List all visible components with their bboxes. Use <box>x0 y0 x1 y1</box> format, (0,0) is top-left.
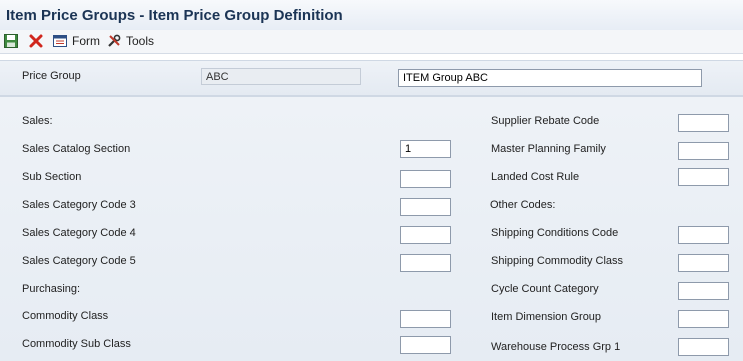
sales-category-code-5-label: Sales Category Code 5 <box>22 255 136 267</box>
landed-cost-rule-field[interactable] <box>678 168 729 186</box>
supplier-rebate-code-field[interactable] <box>678 114 729 132</box>
sales-category-code-4-field[interactable] <box>400 226 451 244</box>
sub-section-field[interactable] <box>400 170 451 188</box>
master-planning-family-field[interactable] <box>678 142 729 160</box>
page-title: Item Price Groups - Item Price Group Def… <box>6 7 343 24</box>
master-planning-family-label: Master Planning Family <box>491 143 606 155</box>
form-icon <box>53 35 67 47</box>
cycle-count-category-field[interactable] <box>678 282 729 300</box>
purchasing-heading: Purchasing: <box>22 283 81 295</box>
price-group-field: ABC <box>201 68 361 85</box>
commodity-sub-class-field[interactable] <box>400 336 451 354</box>
item-dimension-group-field[interactable] <box>678 310 729 328</box>
shipping-commodity-class-field[interactable] <box>678 254 729 272</box>
supplier-rebate-code-label: Supplier Rebate Code <box>491 115 600 127</box>
close-icon <box>29 34 43 48</box>
warehouse-process-grp-1-label: Warehouse Process Grp 1 <box>491 341 621 353</box>
sales-category-code-5-field[interactable] <box>400 254 451 272</box>
shipping-conditions-code-field[interactable] <box>678 226 729 244</box>
form-menu-button[interactable]: Form <box>52 32 100 50</box>
save-icon <box>4 34 18 48</box>
form-menu-label: Form <box>72 34 100 48</box>
tools-icon <box>108 34 121 47</box>
landed-cost-rule-label: Landed Cost Rule <box>491 171 580 183</box>
save-button[interactable] <box>3 32 19 50</box>
shipping-commodity-class-label: Shipping Commodity Class <box>491 255 624 267</box>
price-group-label: Price Group <box>22 70 81 82</box>
header-panel: Price Group ABC <box>0 60 743 96</box>
sales-catalog-section-field[interactable] <box>400 140 451 158</box>
tools-menu-button[interactable]: Tools <box>106 32 154 50</box>
toolbar: Form Tools <box>0 30 743 54</box>
shipping-conditions-code-label: Shipping Conditions Code <box>491 227 619 239</box>
cycle-count-category-label: Cycle Count Category <box>491 283 599 295</box>
other-codes-heading: Other Codes: <box>490 199 556 211</box>
sales-category-code-3-label: Sales Category Code 3 <box>22 199 136 211</box>
title-bar: Item Price Groups - Item Price Group Def… <box>0 0 743 31</box>
sales-category-code-4-label: Sales Category Code 4 <box>22 227 136 239</box>
item-dimension-group-label: Item Dimension Group <box>491 311 602 323</box>
commodity-class-field[interactable] <box>400 310 451 328</box>
commodity-class-label: Commodity Class <box>22 310 109 322</box>
commodity-sub-class-label: Commodity Sub Class <box>22 338 131 350</box>
tools-menu-label: Tools <box>126 34 155 48</box>
description-field[interactable] <box>398 69 702 87</box>
sales-heading: Sales: <box>22 115 53 127</box>
body-panel: Sales: Sales Catalog Section Sub Section… <box>0 96 743 361</box>
sales-catalog-section-label: Sales Catalog Section <box>22 143 131 155</box>
sales-category-code-3-field[interactable] <box>400 198 451 216</box>
warehouse-process-grp-1-field[interactable] <box>678 338 729 356</box>
sub-section-label: Sub Section <box>22 171 82 183</box>
cancel-button[interactable] <box>28 32 44 50</box>
